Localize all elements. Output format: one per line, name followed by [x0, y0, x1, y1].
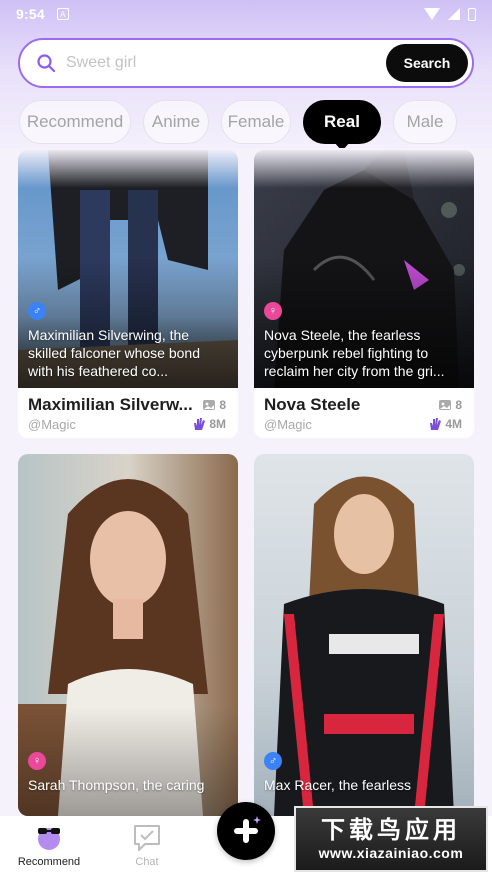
image-count: 8	[438, 398, 462, 412]
category-tabs: Recommend Anime Female Real Male	[19, 100, 457, 151]
card-title: Nova Steele	[264, 395, 361, 414]
card-author: @Magic	[264, 417, 312, 432]
search-input[interactable]	[66, 54, 366, 72]
card-author: @Magic	[28, 417, 76, 432]
image-icon	[439, 400, 452, 410]
nav-chat-label: Chat	[135, 856, 159, 868]
chat-icon	[134, 825, 160, 851]
hand-icon	[430, 418, 442, 430]
nav-recommend-label: Recommend	[17, 856, 81, 868]
nav-chat[interactable]: Chat	[112, 822, 182, 868]
create-button[interactable]	[217, 802, 275, 860]
tab-anime[interactable]: Anime	[143, 100, 209, 144]
like-count-value: 8M	[209, 417, 226, 431]
image-icon	[203, 400, 216, 410]
male-icon: ♂	[264, 752, 282, 770]
tab-real[interactable]: Real	[303, 100, 381, 151]
search-button[interactable]: Search	[386, 44, 468, 82]
card-description: Nova Steele, the fearless cyberpunk rebe…	[264, 327, 445, 379]
battery-icon	[468, 7, 476, 21]
like-count: 8M	[192, 417, 226, 431]
scroll-fade	[0, 148, 492, 188]
image-count: 8	[202, 398, 226, 412]
character-card[interactable]: ♀ Nova Steele, the fearless cyberpunk re…	[254, 150, 474, 438]
watermark-logo: 下载鸟应用 www.xiazainiao.com	[294, 806, 488, 872]
search-bar: Search	[18, 38, 474, 88]
search-icon	[37, 54, 56, 73]
female-icon: ♀	[264, 302, 282, 320]
like-count-value: 4M	[445, 417, 462, 431]
plus-icon	[234, 816, 261, 843]
character-card[interactable]: ♂ Max Racer, the fearless	[254, 454, 474, 816]
card-image	[18, 454, 238, 816]
watermark-title: 下载鸟应用	[321, 817, 461, 844]
card-description: Maximilian Silverwing, the skilled falco…	[28, 327, 200, 379]
signal-icon	[448, 8, 460, 20]
tab-female[interactable]: Female	[221, 100, 291, 144]
card-description: Sarah Thompson, the caring	[28, 777, 205, 793]
image-count-value: 8	[219, 398, 226, 412]
hand-icon	[194, 418, 206, 430]
character-card[interactable]: ♀ Sarah Thompson, the caring	[18, 454, 238, 816]
card-description: Max Racer, the fearless	[264, 777, 412, 793]
female-icon: ♀	[28, 752, 46, 770]
image-count-value: 8	[455, 398, 462, 412]
tab-male[interactable]: Male	[393, 100, 457, 144]
watermark-url: www.xiazainiao.com	[318, 845, 464, 861]
status-bar: 9:54 A	[0, 0, 492, 28]
notification-icon: A	[56, 8, 69, 20]
card-image	[254, 454, 474, 816]
tab-recommend[interactable]: Recommend	[19, 100, 131, 144]
wifi-icon	[424, 8, 440, 20]
like-count: 4M	[428, 417, 462, 431]
card-title: Maximilian Silverw...	[28, 395, 193, 414]
male-icon: ♂	[28, 302, 46, 320]
nav-recommend[interactable]: Recommend	[14, 822, 84, 868]
status-time: 9:54	[16, 6, 45, 22]
character-card[interactable]: ♂ Maximilian Silverwing, the skilled fal…	[18, 150, 238, 438]
recommend-avatar-icon	[38, 828, 60, 850]
